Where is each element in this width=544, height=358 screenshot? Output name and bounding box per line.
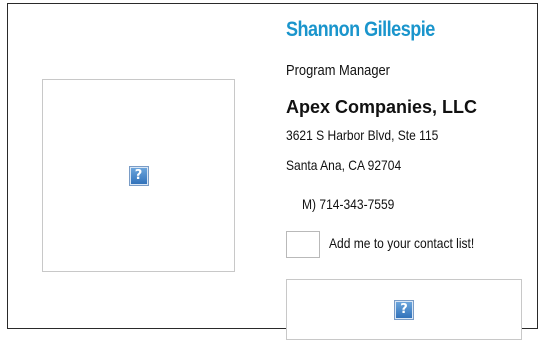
mobile-phone[interactable]: M) 714-343-7559 — [302, 196, 394, 212]
broken-image-icon: ? — [128, 165, 149, 186]
contact-name: Shannon Gillespie — [286, 18, 435, 41]
banner-image-placeholder[interactable]: ? — [286, 279, 522, 340]
contact-title: Program Manager — [286, 62, 390, 79]
company-name: Apex Companies, LLC — [286, 97, 478, 117]
profile-photo-placeholder[interactable]: ? — [42, 79, 235, 272]
add-contact-checkbox[interactable] — [286, 231, 320, 258]
broken-image-icon: ? — [394, 299, 414, 320]
add-contact-link[interactable]: Add me to your contact list! — [329, 235, 474, 251]
address-line-1: 3621 S Harbor Blvd, Ste 115 — [286, 127, 439, 143]
address-line-2: Santa Ana, CA 92704 — [286, 157, 402, 173]
